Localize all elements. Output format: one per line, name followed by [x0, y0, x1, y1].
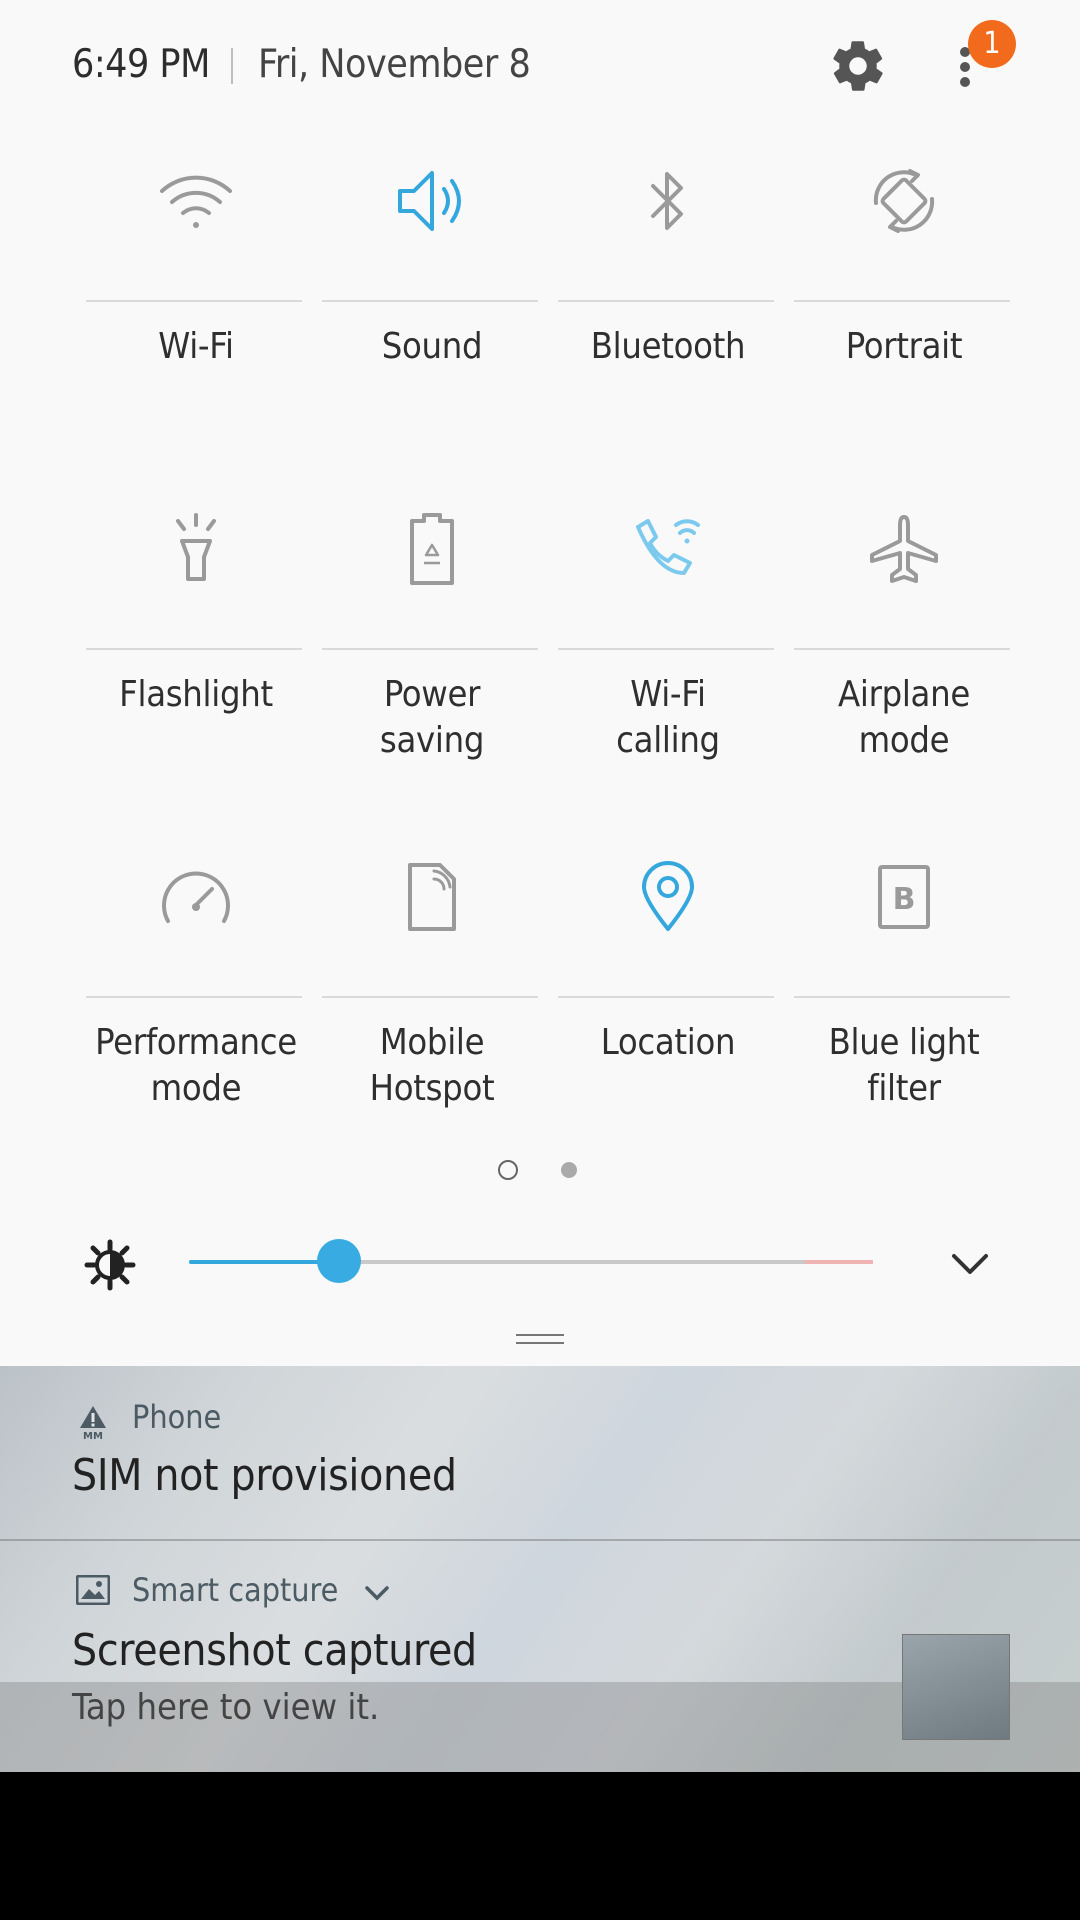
wifi-icon	[160, 175, 232, 228]
page-indicator[interactable]	[561, 1162, 577, 1178]
notification-title: SIM not provisioned	[72, 1450, 457, 1501]
date: Fri, November 8	[258, 42, 531, 87]
tile-label: Mobile Hotspot	[369, 1022, 495, 1109]
brightness-slider[interactable]	[189, 1239, 873, 1283]
settings-button[interactable]	[828, 36, 888, 96]
tile-label: Power saving	[379, 674, 485, 761]
navigation-background	[0, 1772, 1080, 1920]
tile-label: Flashlight	[119, 674, 273, 715]
tile-label: Wi-Fi	[158, 326, 234, 367]
bluetooth-icon	[651, 172, 683, 230]
hotspot-icon	[408, 863, 456, 931]
drag-handle[interactable]	[516, 1334, 564, 1346]
tile-divider	[322, 996, 538, 998]
brightness-thumb[interactable]	[317, 1239, 362, 1283]
tile-label: Sound	[381, 326, 483, 367]
notification-phone[interactable]: MM Phone SIM not provisioned	[0, 1366, 1080, 1539]
tile-divider	[558, 300, 774, 302]
svg-text:B: B	[893, 882, 916, 917]
quick-panel: 6:49 PM Fri, November 8 1 Wi-Fi Sound Bl…	[0, 0, 1080, 1366]
tile-label: Performance mode	[95, 1022, 297, 1109]
tile-divider	[322, 648, 538, 650]
wifi-calling-icon	[636, 519, 700, 575]
tile-label: Blue light filter	[828, 1022, 980, 1109]
tile-divider	[794, 300, 1010, 302]
expand-brightness-button[interactable]	[946, 1244, 994, 1284]
tile-divider	[794, 996, 1010, 998]
notification-app-name: Smart capture	[132, 1571, 339, 1609]
tile-divider	[86, 300, 302, 302]
tile-label: Wi-Fi calling	[616, 674, 720, 761]
airplane-icon	[870, 515, 938, 583]
brightness-warning-zone	[805, 1260, 873, 1264]
tile-divider	[86, 996, 302, 998]
power-saving-icon	[410, 513, 454, 585]
divider	[231, 48, 233, 84]
portrait-rotation-icon	[873, 169, 935, 233]
svg-text:MM: MM	[83, 1431, 103, 1440]
performance-icon	[162, 871, 230, 923]
gear-icon	[833, 41, 883, 91]
tile-divider	[322, 300, 538, 302]
tile-divider	[794, 648, 1010, 650]
sound-icon	[398, 171, 461, 231]
chevron-down-icon[interactable]	[364, 1585, 390, 1603]
tile-label: Bluetooth	[590, 326, 746, 367]
notification-app-name: Phone	[132, 1398, 222, 1436]
tile-label: Location	[600, 1022, 736, 1063]
tile-divider	[558, 996, 774, 998]
notification-area: MM Phone SIM not provisioned Smart captu…	[0, 1366, 1080, 1772]
page-indicator-current	[498, 1160, 518, 1180]
location-icon	[642, 861, 694, 931]
tile-divider	[558, 648, 774, 650]
notification-title: Screenshot captured	[72, 1625, 477, 1676]
tile-label: Airplane mode	[838, 674, 970, 761]
network-warning-icon: MM	[80, 1406, 106, 1440]
clock: 6:49 PM	[72, 42, 210, 87]
notification-text: Tap here to view it.	[72, 1687, 380, 1728]
blue-light-icon: B	[878, 865, 930, 929]
notification-badge: 1	[968, 20, 1016, 68]
tile-divider	[86, 648, 302, 650]
screenshot-thumbnail[interactable]	[902, 1634, 1010, 1740]
image-icon	[76, 1575, 110, 1605]
tile-label: Portrait	[845, 326, 963, 367]
chevron-down-icon	[952, 1254, 988, 1274]
brightness-icon	[84, 1239, 136, 1291]
flashlight-icon	[176, 513, 216, 581]
